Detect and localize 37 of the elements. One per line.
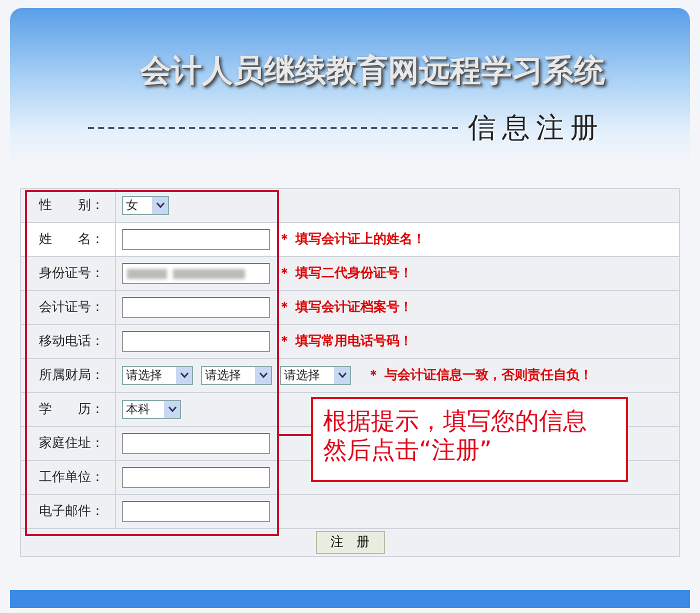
field-label: 移动电话：	[20, 324, 116, 358]
field-label: 性 别：	[20, 188, 116, 222]
field-label: 电子邮件：	[20, 494, 116, 528]
hint-text: ＊ 与会计证信息一致，否则责任自负！	[367, 368, 593, 383]
input-field[interactable]	[122, 433, 270, 454]
field-label: 工作单位：	[20, 460, 116, 494]
page-subtitle: 信息注册	[468, 110, 604, 146]
field-label: 姓 名：	[20, 222, 116, 256]
caret-icon	[258, 372, 268, 378]
input-field[interactable]	[122, 263, 270, 284]
field-label: 所属财局：	[20, 358, 116, 392]
dropdown[interactable]: 请选择	[201, 366, 272, 385]
input-field[interactable]	[122, 467, 270, 488]
caret-icon	[338, 372, 346, 378]
hint-text: ＊ 填写会计证档案号！	[278, 300, 413, 316]
caret-icon	[156, 202, 164, 208]
input-field[interactable]	[122, 229, 270, 250]
field-label: 身份证号：	[20, 256, 116, 290]
hint-text: ＊ 填写常用电话号码！	[278, 334, 413, 350]
input-field[interactable]	[122, 331, 270, 352]
callout-text: 根据提示，填写您的信息	[323, 407, 588, 436]
hint-text: ＊ 填写会计证上的姓名！	[278, 232, 426, 248]
dropdown[interactable]: 请选择	[280, 366, 351, 385]
dropdown[interactable]: 请选择	[122, 366, 193, 385]
site-title: 会计人员继续教育网远程学习系统	[140, 52, 606, 91]
dropdown[interactable]: 本科	[122, 400, 181, 419]
field-label: 家庭住址：	[20, 426, 116, 460]
callout-text: 然后点击“注册”	[323, 436, 493, 465]
dropdown[interactable]: 女	[122, 196, 169, 215]
caret-icon	[180, 372, 188, 378]
hint-text: ＊ 填写二代身份证号！	[278, 266, 413, 282]
field-label: 学 历：	[20, 392, 116, 426]
field-label: 会计证号：	[20, 290, 116, 324]
input-field[interactable]	[122, 297, 270, 318]
caret-icon	[168, 406, 176, 412]
input-field[interactable]	[122, 501, 270, 522]
register-button[interactable]: 注 册	[316, 530, 384, 554]
